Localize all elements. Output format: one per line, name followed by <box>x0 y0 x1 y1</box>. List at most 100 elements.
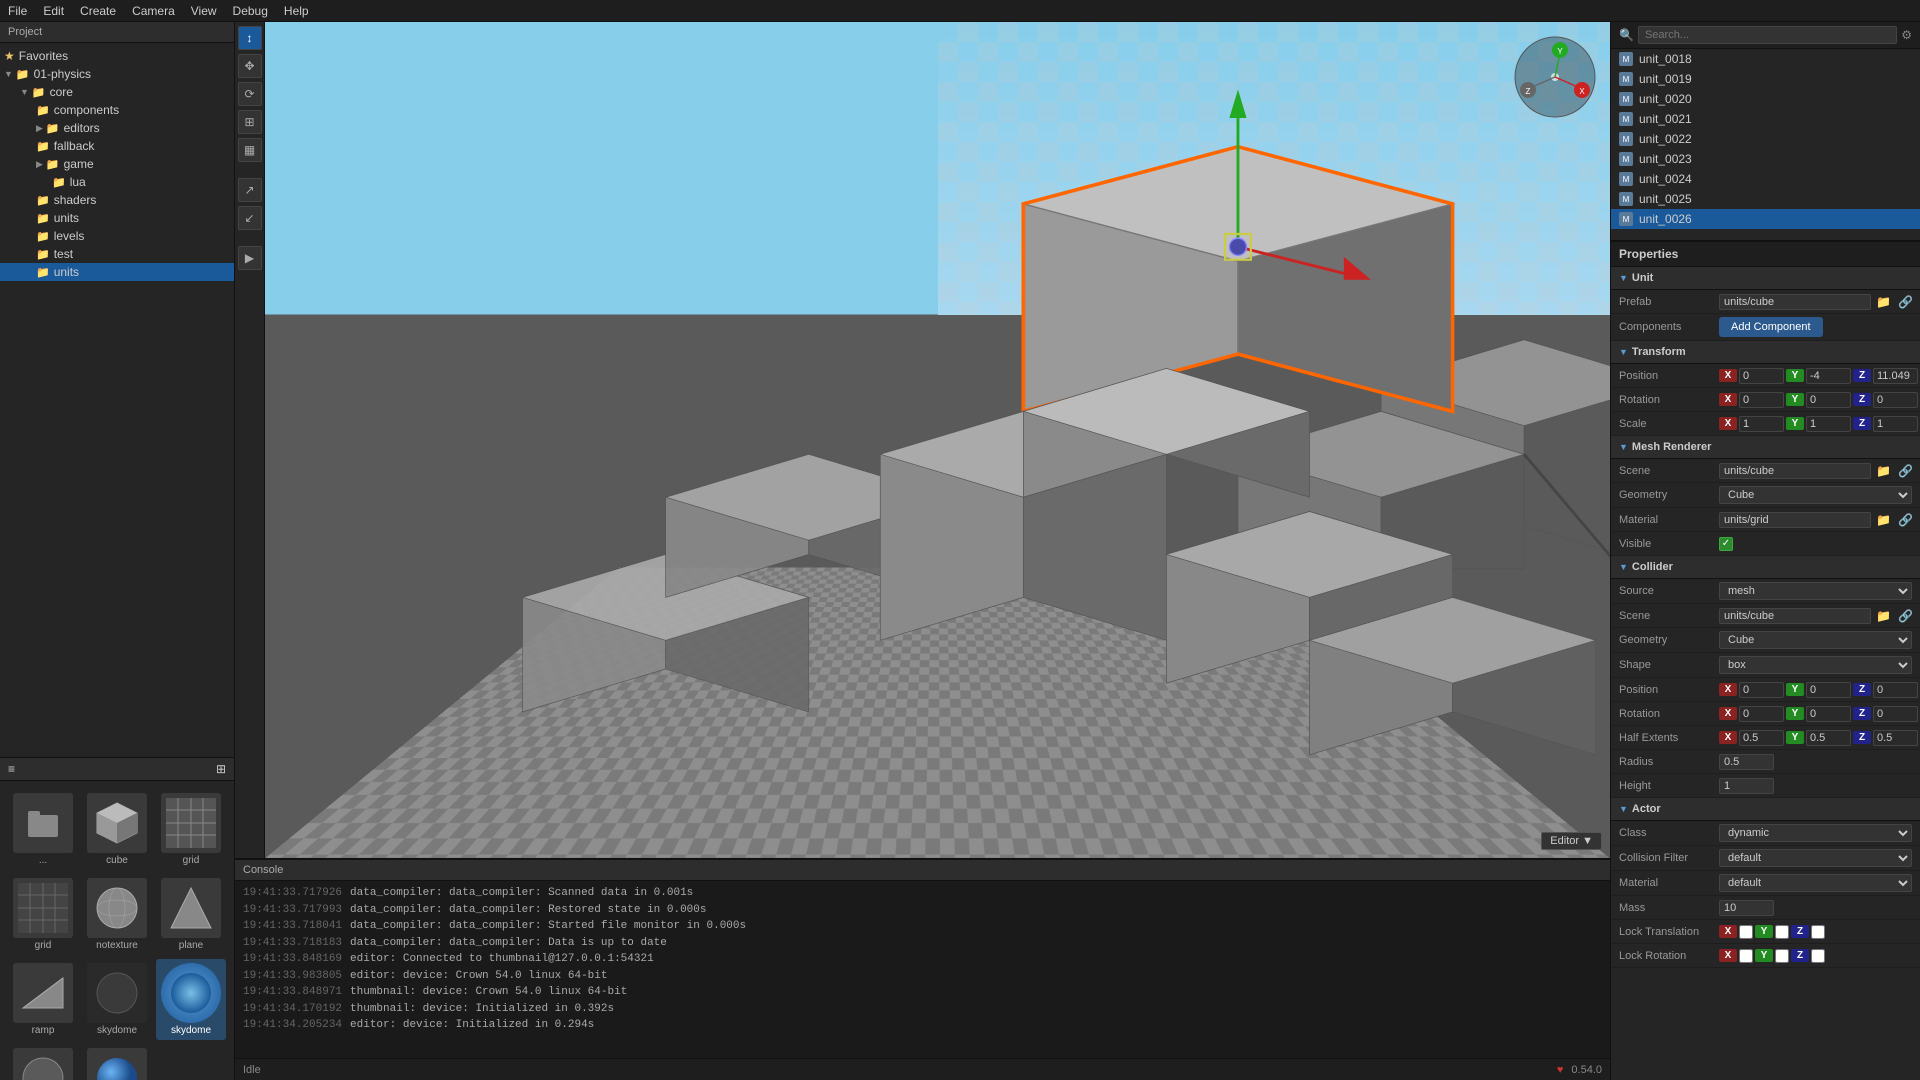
col-rot-z-input[interactable] <box>1873 706 1918 722</box>
toolbar-btn-play[interactable]: ▶ <box>238 246 262 270</box>
tree-item-core[interactable]: ▼ 📁 core <box>0 83 234 101</box>
col-scene-link-btn[interactable]: 🔗 <box>1896 609 1915 623</box>
scene-folder-btn[interactable]: 📁 <box>1874 464 1893 478</box>
list-view-icon[interactable]: ≡ <box>8 762 15 776</box>
asset-item-ramp[interactable]: ramp <box>8 959 78 1040</box>
asset-item-skydome-blue[interactable]: skydome <box>156 959 226 1040</box>
actor-material-dropdown[interactable]: default <box>1719 874 1912 892</box>
geometry-dropdown[interactable]: Cube <box>1719 486 1912 504</box>
shape-dropdown[interactable]: box <box>1719 656 1912 674</box>
toolbar-btn-1[interactable]: ↗ <box>238 178 262 202</box>
console-output[interactable]: 19:41:33.717926data_compiler: data_compi… <box>235 881 1610 1058</box>
collider-section-header[interactable]: ▼ Collider <box>1611 556 1920 579</box>
tree-item-levels[interactable]: 📁 levels <box>0 227 234 245</box>
radius-input[interactable] <box>1719 754 1774 770</box>
mesh-scene-input[interactable] <box>1719 463 1871 479</box>
asset-item-grid2[interactable]: grid <box>8 874 78 955</box>
asset-item-skydome-dark[interactable]: skydome <box>82 959 152 1040</box>
half-ext-z-input[interactable] <box>1873 730 1918 746</box>
toolbar-btn-move[interactable]: ↕ <box>238 26 262 50</box>
menu-create[interactable]: Create <box>80 4 116 18</box>
asset-item-cube[interactable]: cube <box>82 789 152 870</box>
class-dropdown[interactable]: dynamic <box>1719 824 1912 842</box>
tree-item-units-selected[interactable]: 📁 units <box>0 263 234 281</box>
file-list-item[interactable]: Munit_0019 <box>1611 69 1920 89</box>
lock-trans-z[interactable] <box>1811 925 1825 939</box>
file-list-item[interactable]: Munit_0021 <box>1611 109 1920 129</box>
lock-rot-z[interactable] <box>1811 949 1825 963</box>
material-link-btn[interactable]: 🔗 <box>1896 513 1915 527</box>
rotation-z-input[interactable] <box>1873 392 1918 408</box>
menu-help[interactable]: Help <box>284 4 309 18</box>
col-geometry-dropdown[interactable]: Cube <box>1719 631 1912 649</box>
add-component-button[interactable]: Add Component <box>1719 317 1823 337</box>
prefab-folder-btn[interactable]: 📁 <box>1874 295 1893 309</box>
tree-item-game[interactable]: ▶ 📁 game <box>0 155 234 173</box>
col-rot-y-input[interactable] <box>1806 706 1851 722</box>
tree-item-favorites[interactable]: ★ Favorites <box>0 47 234 65</box>
col-pos-z-input[interactable] <box>1873 682 1918 698</box>
menu-edit[interactable]: Edit <box>43 4 64 18</box>
viewport-gizmo[interactable]: Y X Z <box>1510 32 1600 122</box>
actor-section-header[interactable]: ▼ Actor <box>1611 798 1920 821</box>
file-list-item[interactable]: Munit_0025 <box>1611 189 1920 209</box>
file-list-item[interactable]: Munit_0020 <box>1611 89 1920 109</box>
file-list-item[interactable]: Munit_0022 <box>1611 129 1920 149</box>
menu-debug[interactable]: Debug <box>233 4 268 18</box>
tree-item-units[interactable]: 📁 units <box>0 209 234 227</box>
toolbar-btn-rotate[interactable]: ⟳ <box>238 82 262 106</box>
toolbar-btn-grid[interactable]: ⊞ <box>238 110 262 134</box>
asset-item-skydome2[interactable]: skydome <box>8 1044 78 1080</box>
transform-section-header[interactable]: ▼ Transform <box>1611 341 1920 364</box>
viewport[interactable]: Y X Z <box>265 22 1610 858</box>
grid-view-icon[interactable]: ⊞ <box>216 762 226 776</box>
file-list-item[interactable]: Munit_0018 <box>1611 49 1920 69</box>
prefab-input[interactable] <box>1719 294 1871 310</box>
search-input[interactable] <box>1638 26 1897 44</box>
tree-item-fallback[interactable]: 📁 fallback <box>0 137 234 155</box>
mass-input[interactable] <box>1719 900 1774 916</box>
toolbar-btn-select[interactable]: ✥ <box>238 54 262 78</box>
material-input[interactable] <box>1719 512 1871 528</box>
tree-item-test[interactable]: 📁 test <box>0 245 234 263</box>
scale-x-input[interactable] <box>1739 416 1784 432</box>
tree-item-lua[interactable]: 📁 lua <box>0 173 234 191</box>
col-scene-input[interactable] <box>1719 608 1871 624</box>
collision-filter-dropdown[interactable]: default <box>1719 849 1912 867</box>
col-pos-y-input[interactable] <box>1806 682 1851 698</box>
scene-link-btn[interactable]: 🔗 <box>1896 464 1915 478</box>
tree-item-components[interactable]: 📁 components <box>0 101 234 119</box>
half-ext-x-input[interactable] <box>1739 730 1784 746</box>
tree-item-shaders[interactable]: 📁 shaders <box>0 191 234 209</box>
lock-rot-x[interactable] <box>1739 949 1753 963</box>
asset-item-plane[interactable]: plane <box>156 874 226 955</box>
file-list-item[interactable]: Munit_0024 <box>1611 169 1920 189</box>
lock-trans-y[interactable] <box>1775 925 1789 939</box>
rotation-x-input[interactable] <box>1739 392 1784 408</box>
asset-item-parent[interactable]: ... <box>8 789 78 870</box>
asset-item-grid[interactable]: grid <box>156 789 226 870</box>
col-rot-x-input[interactable] <box>1739 706 1784 722</box>
col-scene-folder-btn[interactable]: 📁 <box>1874 609 1893 623</box>
lock-trans-x[interactable] <box>1739 925 1753 939</box>
position-y-input[interactable] <box>1806 368 1851 384</box>
col-pos-x-input[interactable] <box>1739 682 1784 698</box>
unit-section-header[interactable]: ▼ Unit <box>1611 267 1920 290</box>
toolbar-btn-2[interactable]: ↙ <box>238 206 262 230</box>
menu-camera[interactable]: Camera <box>132 4 175 18</box>
scale-z-input[interactable] <box>1873 416 1918 432</box>
toolbar-btn-snap[interactable]: ▦ <box>238 138 262 162</box>
position-x-input[interactable] <box>1739 368 1784 384</box>
half-ext-y-input[interactable] <box>1806 730 1851 746</box>
prefab-link-btn[interactable]: 🔗 <box>1896 295 1915 309</box>
file-list-item[interactable]: Munit_0023 <box>1611 149 1920 169</box>
material-folder-btn[interactable]: 📁 <box>1874 513 1893 527</box>
settings-icon[interactable]: ⚙ <box>1901 28 1912 42</box>
tree-item-editors[interactable]: ▶ 📁 editors <box>0 119 234 137</box>
scale-y-input[interactable] <box>1806 416 1851 432</box>
source-dropdown[interactable]: mesh <box>1719 582 1912 600</box>
tree-item-01physics[interactable]: ▼ 📁 01-physics <box>0 65 234 83</box>
asset-item-sphere[interactable]: sphere <box>82 1044 152 1080</box>
menu-view[interactable]: View <box>191 4 217 18</box>
rotation-y-input[interactable] <box>1806 392 1851 408</box>
